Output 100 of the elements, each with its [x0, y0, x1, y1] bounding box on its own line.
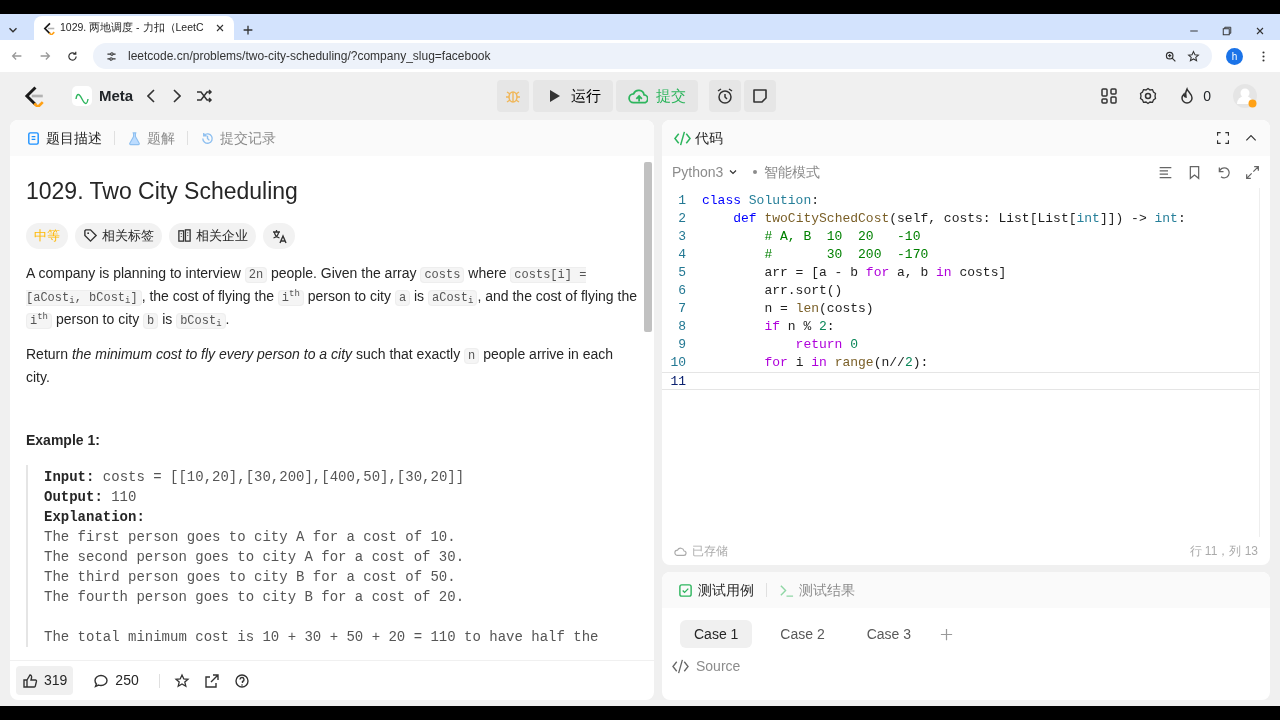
- settings-icon: [1139, 87, 1158, 105]
- terminal-icon: [779, 582, 794, 598]
- inline-code: costs: [420, 266, 465, 283]
- line-number: 9: [677, 336, 686, 354]
- avatar-icon: [1232, 83, 1258, 109]
- flask-icon: [127, 130, 142, 146]
- close-icon: [214, 22, 226, 34]
- inline-code: bCost$_{i}$: [176, 312, 226, 329]
- back-button[interactable]: [10, 49, 24, 63]
- panel-title: 代码: [674, 127, 723, 149]
- code-icon: [672, 658, 689, 675]
- format-icon: [1158, 164, 1173, 180]
- forward-button[interactable]: [38, 49, 52, 63]
- zoom-icon: [1164, 49, 1177, 63]
- layout-button[interactable]: [1100, 87, 1119, 105]
- add-case-button[interactable]: [939, 626, 955, 642]
- code-line: def twoCitySchedCost(self, costs: List[List[int]]) -> int:: [732, 210, 1186, 228]
- plus-icon: [939, 626, 955, 642]
- settings-button[interactable]: [1139, 87, 1158, 105]
- case-tab[interactable]: Case 3: [852, 620, 926, 648]
- description-text: person to city: [306, 287, 392, 304]
- like-button[interactable]: 319: [16, 666, 74, 695]
- browser-tab[interactable]: 1029. 两地调度 - 力扣（LeetC: [34, 16, 234, 40]
- code-line: # 30 200 -170: [763, 246, 929, 264]
- restore-button[interactable]: [1221, 24, 1233, 37]
- case-tab[interactable]: Case 1: [680, 620, 753, 648]
- sliders-icon: [105, 49, 118, 63]
- description-text: , the cost of flying the: [141, 287, 275, 304]
- format-button[interactable]: [1158, 164, 1173, 180]
- reload-button[interactable]: [66, 49, 79, 63]
- description-text: Return: [26, 345, 70, 362]
- description-text: people. Given the array: [269, 264, 418, 281]
- description-text: is: [161, 310, 174, 327]
- explanation-line: The second person goes to city A for a cost of 30.: [44, 547, 465, 567]
- description-text: people arrive in each: [482, 345, 614, 362]
- saved-status: 已存储: [674, 542, 728, 560]
- code-line: if n % 2:: [763, 318, 835, 336]
- explanation-line: The first person goes to city A for a cost of 10.: [44, 527, 456, 547]
- scrollbar-thumb[interactable]: [644, 162, 652, 332]
- example-field: Explanation:: [44, 506, 145, 527]
- line-number: 4: [677, 246, 686, 264]
- previous-button[interactable]: [147, 89, 158, 103]
- inline-code: i$^{th}$: [277, 289, 304, 306]
- line-number: 11: [669, 373, 686, 389]
- description-text: A company is planning to interview: [26, 264, 242, 281]
- code-line: arr.sort(): [763, 282, 843, 300]
- panel-tab[interactable]: 测试用例: [674, 579, 758, 601]
- fullscreen-icon: [1216, 131, 1230, 145]
- building-icon: [177, 228, 192, 243]
- code-line: class Solution:: [702, 192, 820, 210]
- next-button[interactable]: [171, 89, 182, 103]
- inline-code: a: [394, 289, 411, 306]
- example-field: Input: costs = [[10,20],[30,200],[400,50],[30,20]]: [44, 466, 465, 487]
- favorite-button[interactable]: [173, 672, 190, 689]
- shuffle-icon: [195, 87, 214, 105]
- restore-icon: [1221, 24, 1233, 37]
- problem-list-button[interactable]: Meta: [72, 84, 134, 108]
- expand-button[interactable]: [1245, 164, 1260, 180]
- language-dropdown[interactable]: Python3: [672, 161, 739, 183]
- tag-button[interactable]: 相关企业: [169, 222, 256, 249]
- bookmark-button[interactable]: [1187, 164, 1202, 180]
- case-tab[interactable]: Case 2: [766, 620, 839, 648]
- help-button[interactable]: [233, 672, 250, 689]
- description-text: such that exactly: [354, 345, 462, 362]
- line-number: 7: [677, 300, 686, 318]
- tag-button[interactable]: 相关标签: [75, 222, 162, 249]
- thumbs-up-icon: [22, 672, 38, 689]
- streak-button[interactable]: 0: [1178, 85, 1211, 107]
- bookmark-button[interactable]: [1187, 49, 1200, 63]
- reset-button[interactable]: [1216, 164, 1231, 180]
- dot-icon: [752, 170, 757, 174]
- translate-button[interactable]: [263, 222, 295, 249]
- note-button[interactable]: [744, 80, 777, 112]
- mode-label: 智能模式: [763, 162, 820, 182]
- leetcode-logo-icon: [22, 85, 44, 107]
- explanation-line: The total minimum cost is 10 + 30 + 50 + 20 = 110 to have half the: [44, 627, 599, 647]
- description-text: , and the cost of flying the: [477, 287, 637, 304]
- shuffle-button[interactable]: [195, 87, 214, 105]
- code-line: arr = [a - b for a, b in costs]: [763, 264, 1007, 282]
- alarm-button[interactable]: [708, 80, 741, 112]
- description-text: .: [225, 310, 230, 327]
- profile-button[interactable]: h: [1226, 47, 1243, 65]
- panel-tab[interactable]: 题目描述: [22, 127, 106, 149]
- close-tab-button[interactable]: [214, 22, 226, 34]
- star-icon: [1187, 49, 1200, 63]
- example-title: Example 1:: [26, 430, 101, 450]
- zoom-button[interactable]: [1164, 49, 1177, 63]
- share-button[interactable]: [203, 672, 220, 689]
- bookmark-icon: [1187, 164, 1202, 180]
- site-info-button[interactable]: [105, 49, 118, 63]
- inline-code: i$^{th}$: [26, 312, 52, 329]
- line-number: 10: [669, 354, 686, 372]
- explanation-line: The fourth person goes to city B for a cost of 20.: [44, 587, 465, 607]
- star-icon: [173, 672, 190, 689]
- fullscreen-button[interactable]: [1216, 131, 1230, 145]
- example-field: Output: 110: [44, 486, 137, 507]
- description-text: where: [467, 264, 508, 281]
- alarm-clock-icon: [715, 87, 734, 105]
- run-button[interactable]: 运行: [532, 80, 613, 112]
- comments-button[interactable]: 250: [87, 666, 145, 695]
